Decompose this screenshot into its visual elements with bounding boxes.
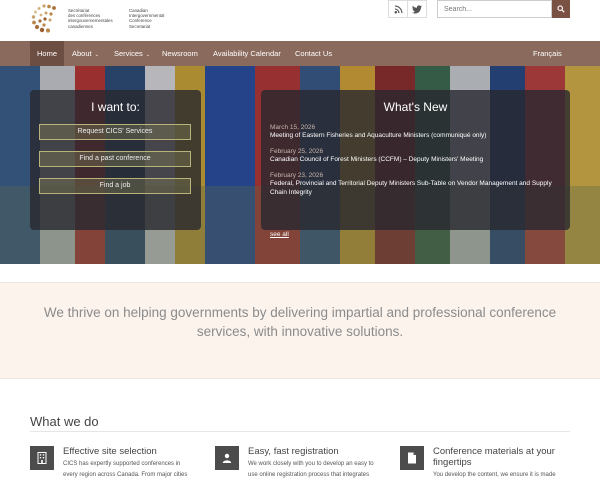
i-want-to-title: I want to: bbox=[91, 100, 140, 114]
find-job-button[interactable]: Find a job bbox=[39, 178, 191, 194]
site-header: Secrétariat des conférences intergouvern… bbox=[0, 0, 600, 41]
nav-about[interactable]: About ⌄ bbox=[72, 41, 99, 66]
logo-dots-icon bbox=[31, 4, 56, 33]
news-item[interactable]: February 25, 2026 Canadian Council of Fo… bbox=[270, 147, 560, 165]
tagline-section: We thrive on helping governments by deli… bbox=[0, 282, 600, 379]
feature-title: Easy, fast registration bbox=[248, 446, 339, 457]
request-services-button[interactable]: Request CICS' Services bbox=[39, 124, 191, 140]
twitter-button[interactable] bbox=[407, 0, 427, 18]
what-we-do-heading: What we do bbox=[30, 414, 99, 429]
nav-contact-us[interactable]: Contact Us bbox=[295, 41, 332, 66]
news-date: February 25, 2026 bbox=[270, 148, 324, 155]
nav-availability-calendar[interactable]: Availability Calendar bbox=[213, 41, 281, 66]
news-date: March 15, 2026 bbox=[270, 124, 316, 131]
document-icon bbox=[408, 452, 416, 464]
chevron-down-icon: ⌄ bbox=[145, 52, 150, 58]
logo-en-line: Secretariat bbox=[129, 23, 151, 29]
tagline-text: We thrive on helping governments by deli… bbox=[43, 305, 557, 339]
search-input[interactable] bbox=[437, 0, 552, 18]
nav-services[interactable]: Services ⌄ bbox=[114, 41, 150, 66]
feature-text: CICS has expertly supported conferences … bbox=[63, 461, 188, 478]
section-divider bbox=[30, 431, 570, 432]
feature-text: We work closely with you to develop an e… bbox=[248, 461, 374, 478]
nav-about-label: About bbox=[72, 49, 92, 58]
nav-home-label: Home bbox=[37, 49, 58, 58]
feature-registration: Easy, fast registration We work closely … bbox=[215, 446, 385, 480]
language-toggle[interactable]: Français bbox=[533, 41, 562, 66]
news-title[interactable]: Canadian Council of Forest Ministers (CC… bbox=[270, 156, 560, 165]
search-icon bbox=[557, 5, 565, 13]
cics-logo[interactable]: Secrétariat des conférences intergouvern… bbox=[30, 3, 180, 35]
nav-availability-label: Availability Calendar bbox=[213, 49, 281, 58]
logo-text-english: Canadian Intergovernmental Conference Se… bbox=[129, 8, 183, 29]
news-title[interactable]: Meeting of Eastern Fisheries and Aquacul… bbox=[270, 132, 560, 141]
news-title[interactable]: Federal, Provincial and Territorial Depu… bbox=[270, 180, 560, 197]
nav-contact-label: Contact Us bbox=[295, 49, 333, 58]
building-icon bbox=[37, 452, 47, 464]
rss-button[interactable] bbox=[388, 0, 408, 18]
chevron-down-icon: ⌄ bbox=[94, 52, 99, 58]
feature-text: You develop the content, we ensure it is… bbox=[433, 472, 556, 478]
feature-conference-materials: Conference materials at your fingertips … bbox=[400, 446, 570, 480]
news-date: February 23, 2026 bbox=[270, 172, 324, 179]
search-button[interactable] bbox=[552, 0, 570, 18]
logo-fr-line: canadiennes bbox=[68, 23, 93, 29]
feature-site-selection: Effective site selection CICS has expert… bbox=[30, 446, 200, 480]
nav-newsroom[interactable]: Newsroom bbox=[162, 41, 198, 66]
logo-text-french: Secrétariat des conférences intergouvern… bbox=[68, 8, 122, 29]
news-item[interactable]: March 15, 2026 Meeting of Eastern Fisher… bbox=[270, 123, 560, 141]
news-item[interactable]: February 23, 2026 Federal, Provincial an… bbox=[270, 171, 560, 197]
i-want-to-panel: I want to: Request CICS' Services Find a… bbox=[30, 90, 201, 230]
language-label: Français bbox=[533, 49, 562, 58]
nav-newsroom-label: Newsroom bbox=[162, 49, 198, 58]
hero-banner: I want to: Request CICS' Services Find a… bbox=[0, 66, 600, 264]
twitter-icon bbox=[412, 4, 422, 13]
see-all-link[interactable]: see all bbox=[270, 231, 289, 238]
whats-new-title: What's New bbox=[383, 100, 448, 114]
document-icon-box bbox=[400, 446, 424, 470]
feature-title: Conference materials at your fingertips bbox=[433, 446, 555, 468]
nav-home[interactable]: Home bbox=[30, 41, 65, 66]
rss-icon bbox=[394, 4, 403, 13]
whats-new-panel: What's New March 15, 2026 Meeting of Eas… bbox=[261, 90, 570, 238]
main-nav: Home About ⌄ Services ⌄ Newsroom Availabil… bbox=[0, 41, 600, 66]
user-icon bbox=[222, 453, 232, 463]
building-icon-box bbox=[30, 446, 54, 470]
user-icon-box bbox=[215, 446, 239, 470]
nav-services-label: Services bbox=[114, 49, 143, 58]
feature-title: Effective site selection bbox=[63, 446, 157, 457]
find-past-conference-button[interactable]: Find a past conference bbox=[39, 151, 191, 167]
